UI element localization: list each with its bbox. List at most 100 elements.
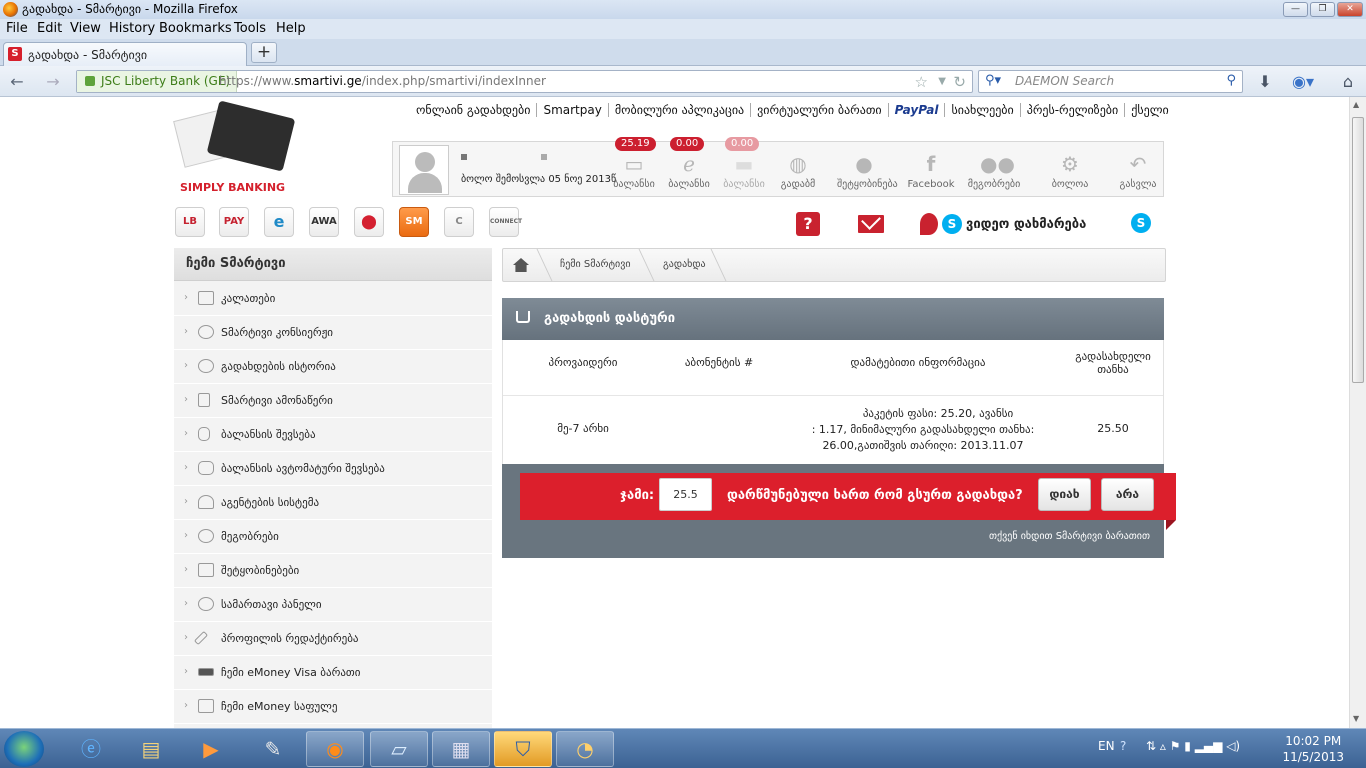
app-awa[interactable]: AWA: [309, 207, 339, 237]
topnav-news[interactable]: სიახლეები: [944, 103, 1019, 117]
skype-call-icon[interactable]: S: [1131, 213, 1151, 233]
app-connect[interactable]: CONNECT: [489, 207, 522, 237]
site-logo[interactable]: SIMPLY BANKING: [172, 100, 296, 195]
taskbar-media[interactable]: ▶: [182, 731, 240, 767]
yes-button[interactable]: დიახ: [1038, 478, 1091, 511]
reload-icon[interactable]: ↻: [953, 73, 966, 91]
mail-icon[interactable]: [858, 215, 884, 233]
topnav-mobile-app[interactable]: მობილური აპლიკაცია: [607, 103, 750, 117]
breadcrumb-my-smartivi[interactable]: ჩემი Sმარტივი: [560, 259, 631, 270]
home-icon[interactable]: [513, 258, 529, 272]
language-indicator[interactable]: EN: [1098, 739, 1115, 753]
help-tray-icon[interactable]: ?: [1120, 739, 1126, 753]
app-colors[interactable]: C: [444, 207, 474, 237]
menu-help[interactable]: Help: [276, 21, 306, 36]
sidebar-item-messages[interactable]: › შეტყობინებები: [174, 554, 492, 588]
balance-card[interactable]: 0.00 ▬ ბალანსი: [717, 137, 771, 194]
scroll-thumb[interactable]: [1352, 117, 1364, 383]
agents-icon: [198, 495, 214, 509]
help-icon[interactable]: ?: [796, 212, 820, 236]
sidebar-item-control-panel[interactable]: › სამართავი პანელი: [174, 588, 492, 622]
menu-tools[interactable]: Tools: [234, 21, 266, 36]
url-text[interactable]: https://www.smartivi.ge/index.php/smarti…: [219, 74, 546, 88]
bookmark-star-icon[interactable]: ☆: [915, 73, 928, 91]
search-engine-icon[interactable]: ⚲▾: [985, 73, 1001, 88]
settings-link[interactable]: ⚙ ბოლოა: [1043, 146, 1097, 194]
sum-field[interactable]: [659, 478, 712, 511]
no-button[interactable]: არა: [1101, 478, 1154, 511]
restore-button[interactable]: ❐: [1310, 2, 1335, 17]
friends-link[interactable]: ●● მეგობრები: [967, 146, 1021, 194]
minimize-button[interactable]: —: [1283, 2, 1308, 17]
menu-bookmarks[interactable]: Bookmarks: [159, 21, 232, 36]
video-help-link[interactable]: Sვიდეო დახმარება: [920, 213, 1086, 235]
new-tab-button[interactable]: +: [251, 42, 277, 63]
taskbar-ie[interactable]: ⓔ: [62, 731, 120, 767]
balance-emoney[interactable]: 0.00 ℯ ბალანსი: [662, 137, 716, 194]
app-emoney[interactable]: e: [264, 207, 294, 237]
scroll-up-arrow[interactable]: ▲: [1353, 100, 1359, 109]
search-bar[interactable]: ⚲▾ DAEMON Search ⚲: [978, 70, 1243, 93]
scroll-down-arrow[interactable]: ▼: [1353, 714, 1359, 723]
menu-history[interactable]: History: [109, 21, 155, 36]
facebook-link[interactable]: f Facebook: [904, 146, 958, 194]
sidebar-item-topup[interactable]: › ბალანსის შევსება: [174, 418, 492, 452]
url-bar[interactable]: JSC Liberty Bank (GE) https://www.smarti…: [76, 70, 973, 93]
app-libertybank[interactable]: LB: [175, 207, 205, 237]
taskbar-explorer[interactable]: ▤: [122, 731, 180, 767]
messages-link[interactable]: ● შეტყობინება: [837, 146, 898, 194]
topnav-press-releases[interactable]: პრეს-რელიზები: [1019, 103, 1125, 117]
tab-active[interactable]: S გადახდა - Sმარტივი: [3, 42, 247, 66]
download-icon[interactable]: ⬇: [1255, 72, 1275, 92]
dropdown-icon[interactable]: ▼: [938, 76, 946, 87]
menu-edit[interactable]: Edit: [37, 21, 62, 36]
taskbar-firefox[interactable]: ◉: [306, 731, 364, 767]
sidebar-item-visa-card[interactable]: › ჩემი eMoney Visa ბარათი: [174, 656, 492, 690]
logout-link[interactable]: ↶ გასვლა: [1111, 146, 1165, 194]
topnav-paypal[interactable]: PayPal: [887, 103, 945, 117]
addon-icon[interactable]: ◉▾: [1292, 72, 1314, 92]
start-button[interactable]: [4, 731, 44, 767]
home-icon[interactable]: ⌂: [1338, 72, 1358, 92]
sidebar-item-edit-profile[interactable]: › პროფილის რედაქტირება: [174, 622, 492, 656]
site-identity[interactable]: JSC Liberty Bank (GE): [77, 71, 238, 92]
taskbar-paint2[interactable]: ◔: [556, 731, 614, 767]
app-map[interactable]: ⬤: [354, 207, 384, 237]
sidebar-item-agents[interactable]: › აგენტების სისტემა: [174, 486, 492, 520]
taskbar-paint[interactable]: ✎: [244, 731, 302, 767]
messages-icon: [198, 563, 214, 577]
topnav-online-payments[interactable]: ონლაინ გადახდები: [410, 103, 536, 117]
heart-icon: [198, 325, 214, 339]
topnav-smartpay[interactable]: Smartpay: [536, 103, 607, 117]
sidebar-item-friends[interactable]: › მეგობრები: [174, 520, 492, 554]
taskbar-security[interactable]: ⛉: [494, 731, 552, 767]
wallet-icon: ▭: [624, 152, 644, 176]
transfer-link[interactable]: ◍ გადაბმ: [771, 146, 825, 194]
close-button[interactable]: ✕: [1337, 2, 1363, 17]
balance-smartivi[interactable]: 25.19 ▭ ბალანსი: [607, 137, 661, 194]
wallet-icon: [198, 699, 214, 713]
search-icon[interactable]: ⚲: [1226, 73, 1236, 88]
sidebar-item-concierge[interactable]: › Sმარტივი კონსიერჟი: [174, 316, 492, 350]
sidebar-item-history[interactable]: › გადახდების ისტორია: [174, 350, 492, 384]
tray-icons[interactable]: ⇅ ▵ ⚑ ▮ ▂▄▆ ◁): [1146, 739, 1240, 753]
app-pay[interactable]: PAY: [219, 207, 249, 237]
back-icon[interactable]: ←: [7, 72, 27, 92]
taskbar-notepad[interactable]: ▱: [370, 731, 428, 767]
menu-view[interactable]: View: [70, 21, 101, 36]
menu-file[interactable]: File: [6, 21, 28, 36]
sidebar-item-auto-topup[interactable]: › ბალანსის ავტომატური შევსება: [174, 452, 492, 486]
search-input[interactable]: DAEMON Search: [1015, 74, 1114, 88]
avatar[interactable]: [399, 145, 449, 195]
app-smartivi[interactable]: SM: [399, 207, 429, 237]
topnav-network[interactable]: ქსელი: [1124, 103, 1175, 117]
sidebar-item-wallet[interactable]: › ჩემი eMoney საფულე: [174, 690, 492, 724]
topnav-virtual-card[interactable]: ვირტუალური ბარათი: [750, 103, 888, 117]
forward-icon[interactable]: →: [43, 72, 63, 92]
sidebar-item-statement[interactable]: › Sმარტივი ამონაწერი: [174, 384, 492, 418]
col-subscriber: აბონენტის #: [684, 356, 754, 369]
page-scrollbar[interactable]: ▲ ▼: [1349, 97, 1366, 728]
clock[interactable]: 10:02 PM 11/5/2013: [1282, 733, 1344, 765]
sidebar-item-baskets[interactable]: › კალათები: [174, 282, 492, 316]
taskbar-calculator[interactable]: ▦: [432, 731, 490, 767]
